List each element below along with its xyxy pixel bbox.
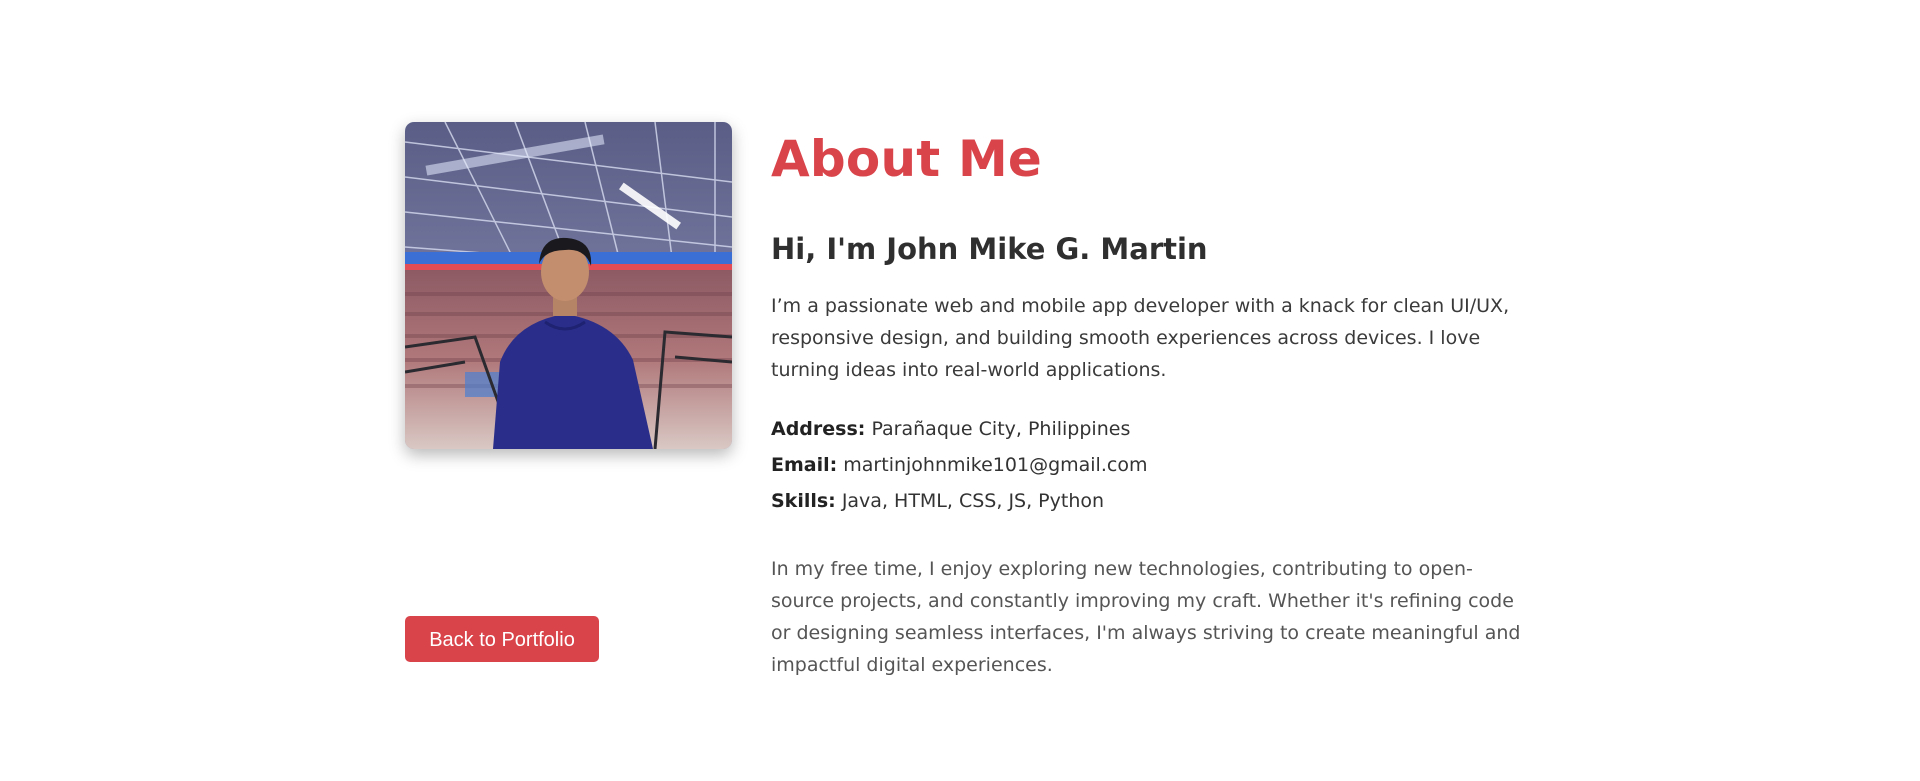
- detail-email: Email: martinjohnmike101@gmail.com: [771, 447, 1531, 483]
- bio-paragraph: I’m a passionate web and mobile app deve…: [771, 295, 1510, 381]
- detail-skills-value: Java, HTML, CSS, JS, Python: [841, 490, 1105, 512]
- detail-address: Address: Parañaque City, Philippines: [771, 411, 1531, 447]
- about-page: Back to Portfolio About Me Hi, I'm John …: [0, 0, 1920, 781]
- profile-photo: [405, 122, 732, 449]
- detail-skills: Skills: Java, HTML, CSS, JS, Python: [771, 483, 1531, 519]
- profile-column: [405, 122, 732, 449]
- detail-address-value: Parañaque City, Philippines: [871, 418, 1131, 440]
- detail-address-label: Address:: [771, 418, 866, 440]
- page-title: About Me: [771, 130, 1043, 188]
- back-to-portfolio-button[interactable]: Back to Portfolio: [405, 616, 599, 662]
- extra-paragraph: In my free time, I enjoy exploring new t…: [771, 558, 1521, 676]
- about-content: About Me Hi, I'm John Mike G. Martin I’m…: [771, 125, 1531, 681]
- detail-skills-label: Skills:: [771, 490, 836, 512]
- greeting-heading: Hi, I'm John Mike G. Martin: [771, 232, 1208, 266]
- detail-email-value: martinjohnmike101@gmail.com: [843, 454, 1148, 476]
- profile-photo-image: [405, 122, 732, 449]
- detail-email-label: Email:: [771, 454, 838, 476]
- contact-details: Address: Parañaque City, Philippines Ema…: [771, 411, 1531, 519]
